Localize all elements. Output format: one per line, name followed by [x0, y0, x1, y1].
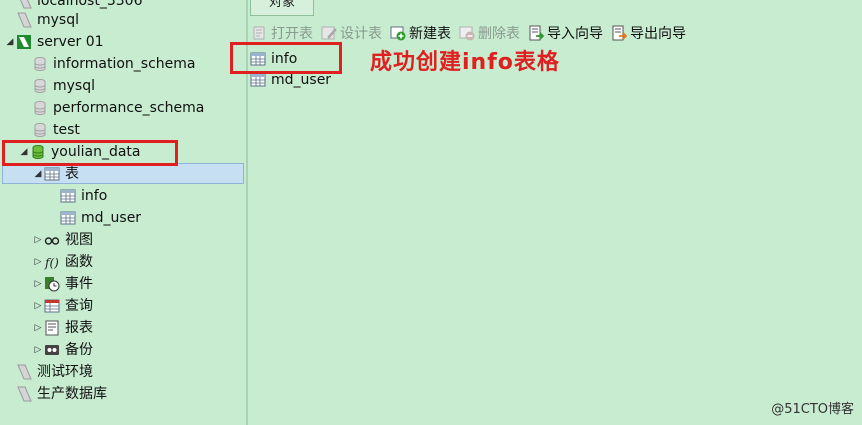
- event-clock-icon: [44, 276, 60, 292]
- tree-node-queries[interactable]: ▷ 查询: [32, 295, 93, 317]
- function-icon: f(): [44, 254, 60, 270]
- connection-icon: [16, 364, 32, 380]
- expanded-arrow-icon[interactable]: ◢: [4, 31, 16, 53]
- connection-production-db[interactable]: 生产数据库: [16, 383, 107, 405]
- schema-item-information-schema[interactable]: information_schema: [32, 53, 196, 75]
- design-table-label: 设计表: [340, 26, 382, 42]
- tree-node-reports[interactable]: ▷ 报表: [32, 317, 93, 339]
- query-icon: [44, 298, 60, 314]
- queries-label: 查询: [65, 298, 93, 314]
- expanded-arrow-icon[interactable]: ◢: [32, 163, 44, 185]
- tree-node-views[interactable]: ▷ 视图: [32, 229, 93, 251]
- database-icon: [32, 100, 48, 116]
- navigation-sidebar: localhost_3306 mysql ◢ server 01 informa…: [0, 0, 246, 425]
- tab-objects[interactable]: 对象: [250, 0, 314, 16]
- tree-node-backup[interactable]: ▷ 备份: [32, 339, 93, 361]
- open-table-button[interactable]: 打开表: [252, 23, 313, 43]
- table-item-info[interactable]: info: [60, 185, 107, 207]
- collapsed-arrow-icon[interactable]: ▷: [32, 273, 44, 295]
- schema-label: performance_schema: [53, 100, 205, 116]
- tab-bar: 对象: [248, 0, 862, 18]
- connection-icon: [16, 0, 32, 9]
- table-item-md-user[interactable]: md_user: [60, 207, 141, 229]
- schema-label: information_schema: [53, 56, 196, 72]
- open-table-label: 打开表: [271, 26, 313, 42]
- tables-folder-icon: [44, 166, 60, 182]
- functions-label: 函数: [65, 254, 93, 270]
- annotation-text: 成功创建info表格: [370, 50, 560, 75]
- annotation-highlight-box: [230, 42, 342, 74]
- backup-label: 备份: [65, 342, 93, 358]
- collapsed-arrow-icon[interactable]: ▷: [32, 251, 44, 273]
- schema-item-test[interactable]: test: [32, 119, 80, 141]
- schema-label: test: [53, 122, 80, 138]
- backup-tape-icon: [44, 342, 60, 358]
- export-wizard-label: 导出向导: [630, 26, 686, 42]
- glasses-icon: [44, 232, 60, 248]
- import-wizard-button[interactable]: 导入向导: [528, 23, 603, 43]
- tree-node-functions[interactable]: ▷ f() 函数: [32, 251, 93, 273]
- reports-label: 报表: [65, 320, 93, 336]
- events-label: 事件: [65, 276, 93, 292]
- schema-label: mysql: [53, 78, 95, 94]
- tables-label: 表: [65, 166, 79, 182]
- report-icon: [44, 320, 60, 336]
- design-table-icon: [321, 25, 337, 41]
- views-label: 视图: [65, 232, 93, 248]
- collapsed-arrow-icon[interactable]: ▷: [32, 317, 44, 339]
- connection-label: 测试环境: [37, 364, 93, 380]
- collapsed-arrow-icon[interactable]: ▷: [32, 229, 44, 251]
- table-label: info: [81, 188, 108, 204]
- new-table-icon: [390, 25, 406, 41]
- import-icon: [528, 25, 544, 41]
- connection-label: 生产数据库: [37, 386, 107, 402]
- delete-table-icon: [459, 25, 475, 41]
- annotation-highlight-box: [2, 140, 178, 166]
- database-icon: [32, 56, 48, 72]
- database-icon: [32, 78, 48, 94]
- export-icon: [611, 25, 627, 41]
- svg-text:f(): f(): [44, 256, 59, 270]
- delete-table-button[interactable]: 删除表: [459, 23, 520, 43]
- new-table-button[interactable]: 新建表: [390, 23, 451, 43]
- collapsed-arrow-icon[interactable]: ▷: [32, 339, 44, 361]
- objects-panel: 对象 打开表 设计表 新建表 删除表 导入向导 导出向导 info md_use…: [230, 0, 862, 425]
- tree-node-tables[interactable]: ◢ 表: [32, 163, 79, 185]
- schema-item-performance-schema[interactable]: performance_schema: [32, 97, 204, 119]
- object-toolbar: 打开表 设计表 新建表 删除表 导入向导 导出向导: [252, 22, 694, 44]
- connection-mysql[interactable]: mysql: [16, 9, 79, 31]
- server-connected-icon: [16, 34, 32, 50]
- server-label: server 01: [37, 34, 104, 50]
- connection-label: mysql: [37, 12, 79, 28]
- connection-icon: [16, 386, 32, 402]
- connection-test-env[interactable]: 测试环境: [16, 361, 93, 383]
- table-icon: [60, 210, 76, 226]
- import-wizard-label: 导入向导: [547, 26, 603, 42]
- database-icon: [32, 122, 48, 138]
- connection-icon: [16, 12, 32, 28]
- export-wizard-button[interactable]: 导出向导: [611, 23, 686, 43]
- delete-table-label: 删除表: [478, 26, 520, 42]
- table-icon: [60, 188, 76, 204]
- schema-item-mysql[interactable]: mysql: [32, 75, 95, 97]
- object-label: md_user: [271, 72, 332, 88]
- watermark: @51CTO博客: [771, 402, 854, 417]
- table-icon: [250, 72, 266, 88]
- design-table-button[interactable]: 设计表: [321, 23, 382, 43]
- connection-server-01[interactable]: ◢ server 01: [4, 31, 104, 53]
- table-label: md_user: [81, 210, 142, 226]
- new-table-label: 新建表: [409, 26, 451, 42]
- tree-node-events[interactable]: ▷ 事件: [32, 273, 93, 295]
- open-table-icon: [252, 25, 268, 41]
- collapsed-arrow-icon[interactable]: ▷: [32, 295, 44, 317]
